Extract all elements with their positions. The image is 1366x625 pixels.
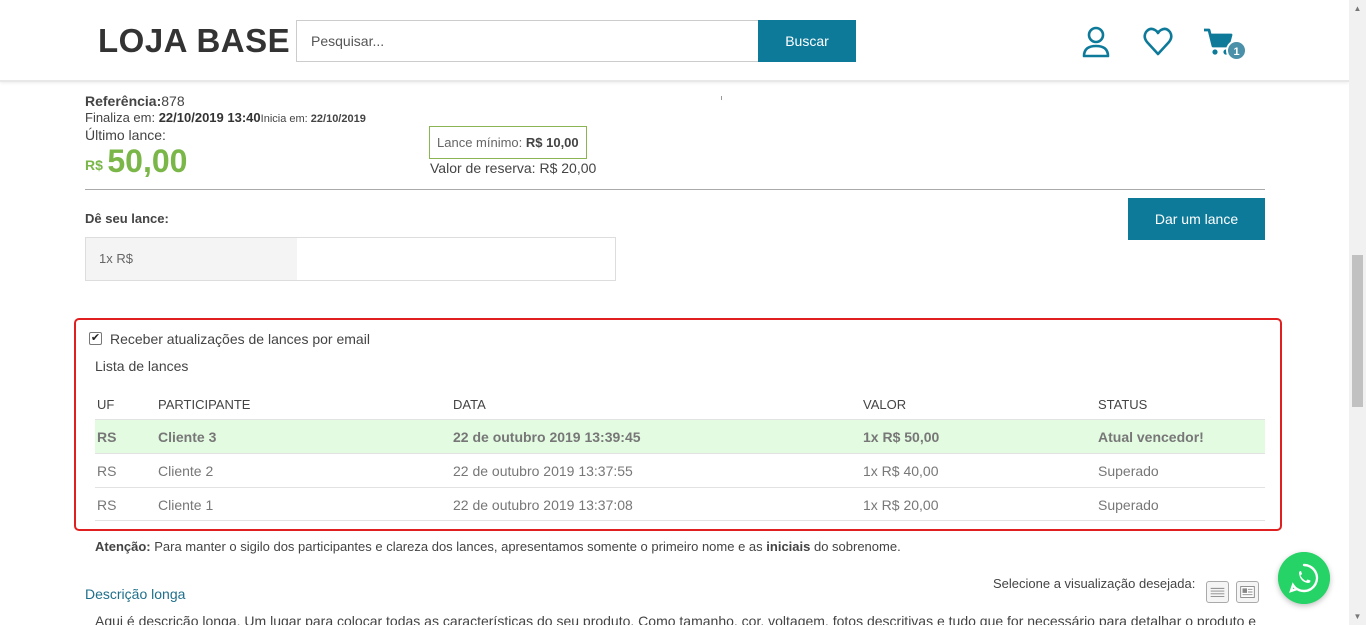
detail-view-icon[interactable] [1236,581,1259,603]
long-description-text: Aqui é descrição longa. Um lugar para co… [95,613,1257,625]
bid-status: Superado [1098,463,1159,479]
user-icon[interactable] [1081,26,1111,58]
bid-date: 22 de outubro 2019 13:37:08 [453,497,633,513]
divider-mark [721,96,722,100]
bid-row: RS Cliente 2 22 de outubro 2019 13:37:55… [95,453,1265,487]
column-header-value: VALOR [863,397,907,412]
list-view-icon[interactable] [1206,581,1229,603]
product-reference: Referência:878 [85,93,185,109]
bid-status: Superado [1098,497,1159,513]
bid-value: 1x R$ 50,00 [863,429,940,445]
page: LOJA BASE Buscar 1 ▲ ▼ Referência:878 Fi… [0,0,1366,625]
heart-icon[interactable] [1143,26,1173,58]
bids-list-title: Lista de lances [95,358,189,374]
last-bid-label: Último lance: [85,127,166,143]
bid-status: Atual vencedor! [1098,429,1204,445]
bid-uf: RS [97,429,117,445]
store-logo[interactable]: LOJA BASE [98,22,290,60]
bid-form-label: Dê seu lance: [85,211,169,226]
bid-participant: Cliente 3 [158,429,217,445]
bid-uf: RS [97,463,117,479]
column-header-participant: PARTICIPANTE [158,397,251,412]
scroll-thumb[interactable] [1352,255,1363,407]
privacy-notice: Atenção: Para manter o sigilo dos partic… [95,539,901,554]
bid-input-prefix: 1x R$ [86,238,297,280]
bid-row: RS Cliente 1 22 de outubro 2019 13:37:08… [95,487,1265,521]
email-updates-label[interactable]: Receber atualizações de lances por email [110,331,370,347]
whatsapp-icon[interactable] [1278,552,1330,604]
bid-participant: Cliente 2 [158,463,214,479]
bid-value: 1x R$ 40,00 [863,463,939,479]
column-header-date: DATA [453,397,486,412]
column-header-status: STATUS [1098,397,1148,412]
search-button[interactable]: Buscar [758,20,856,62]
bid-input-group: 1x R$ [85,237,616,281]
section-divider [85,189,1265,190]
bid-date: 22 de outubro 2019 13:39:45 [453,429,641,445]
view-mode-label: Selecione a visualização desejada: [993,576,1196,591]
minimum-bid-box: Lance mínimo: R$ 10,00 [429,126,587,159]
email-updates-checkbox[interactable]: ✔ [89,332,102,345]
bid-value: 1x R$ 20,00 [863,497,939,513]
reserve-value: Valor de reserva: R$ 20,00 [430,160,597,176]
place-bid-button[interactable]: Dar um lance [1128,198,1265,240]
last-bid-price: R$ 50,00 [85,143,188,179]
scroll-up-icon[interactable]: ▲ [1349,0,1366,17]
bid-date: 22 de outubro 2019 13:37:55 [453,463,633,479]
cart-count-badge: 1 [1226,40,1247,61]
page-scrollbar[interactable]: ▲ ▼ [1349,0,1366,625]
bid-row: RS Cliente 3 22 de outubro 2019 13:39:45… [95,419,1265,453]
bid-uf: RS [97,497,117,513]
scroll-down-icon[interactable]: ▼ [1349,608,1366,625]
site-header: LOJA BASE Buscar 1 [0,0,1349,82]
search-input[interactable] [296,20,758,62]
bid-participant: Cliente 1 [158,497,214,513]
column-header-uf: UF [97,397,115,412]
long-description-tab[interactable]: Descrição longa [85,586,185,602]
bid-amount-input[interactable] [297,238,615,280]
auction-dates: Finaliza em: 22/10/2019 13:40Inicia em: … [85,110,366,125]
